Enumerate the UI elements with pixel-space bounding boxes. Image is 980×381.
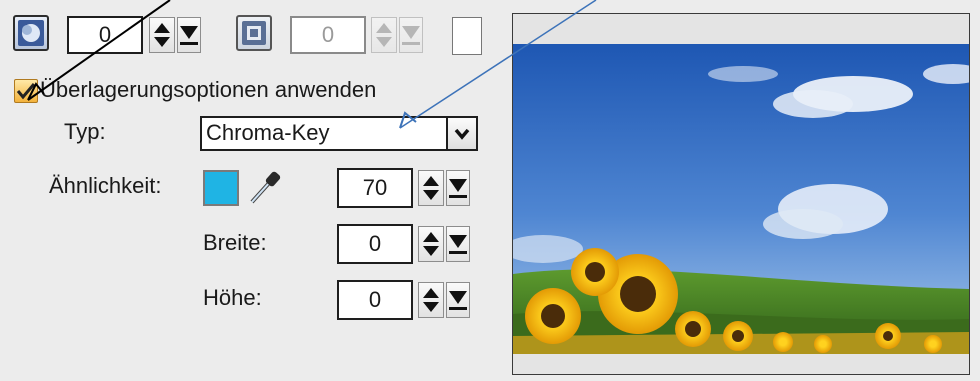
chevron-down-icon bbox=[454, 128, 470, 140]
type-label: Typ: bbox=[64, 119, 106, 144]
width-end-button[interactable] bbox=[446, 226, 470, 262]
width-value-field[interactable]: 0 bbox=[337, 224, 413, 264]
top-right-value: 0 bbox=[321, 22, 335, 47]
sunflower-field-preview-image bbox=[513, 44, 969, 354]
down-to-end-icon bbox=[449, 179, 467, 198]
overlay-icon bbox=[18, 20, 44, 46]
top-left-value-field[interactable]: 0 bbox=[67, 16, 143, 54]
height-value: 0 bbox=[368, 287, 382, 312]
up-down-arrows-icon bbox=[154, 23, 170, 47]
similarity-label: Ähnlichkeit: bbox=[49, 173, 162, 198]
down-to-end-icon bbox=[402, 26, 420, 45]
up-down-arrows-icon bbox=[423, 176, 439, 200]
up-down-arrows-icon bbox=[376, 23, 392, 47]
key-color-swatch[interactable] bbox=[203, 170, 239, 206]
up-down-arrows-icon bbox=[423, 232, 439, 256]
color-swatch-icon[interactable] bbox=[452, 17, 482, 55]
top-right-end-button[interactable] bbox=[399, 17, 423, 53]
overlay-checkbox-label[interactable]: Überlagerungsoptionen anwenden bbox=[40, 77, 376, 103]
top-left-spin-button[interactable] bbox=[149, 17, 175, 53]
type-dropdown[interactable]: Chroma-Key bbox=[200, 116, 478, 151]
frame-icon bbox=[242, 21, 266, 45]
similarity-end-button[interactable] bbox=[446, 170, 470, 206]
width-label: Breite: bbox=[203, 230, 267, 255]
similarity-value: 70 bbox=[362, 175, 388, 200]
down-to-end-icon bbox=[449, 235, 467, 254]
top-left-value: 0 bbox=[98, 22, 112, 47]
type-dropdown-button[interactable] bbox=[446, 116, 478, 151]
top-right-value-field[interactable]: 0 bbox=[290, 16, 366, 54]
down-to-end-icon bbox=[180, 26, 198, 45]
down-to-end-icon bbox=[449, 291, 467, 310]
height-value-field[interactable]: 0 bbox=[337, 280, 413, 320]
up-down-arrows-icon bbox=[423, 288, 439, 312]
eyedropper-icon[interactable] bbox=[246, 168, 282, 208]
width-value: 0 bbox=[368, 231, 382, 256]
similarity-value-field[interactable]: 70 bbox=[337, 168, 413, 208]
height-label: Höhe: bbox=[203, 285, 262, 310]
preview-panel bbox=[512, 13, 970, 375]
overlay-checkbox[interactable] bbox=[14, 79, 38, 103]
height-end-button[interactable] bbox=[446, 282, 470, 318]
width-spin-button[interactable] bbox=[418, 226, 444, 262]
top-left-end-button[interactable] bbox=[177, 17, 201, 53]
similarity-spin-button[interactable] bbox=[418, 170, 444, 206]
overlay-tool-button[interactable] bbox=[13, 15, 49, 51]
type-dropdown-value: Chroma-Key bbox=[206, 120, 330, 145]
frame-tool-button[interactable] bbox=[236, 15, 272, 51]
height-spin-button[interactable] bbox=[418, 282, 444, 318]
checkmark-icon bbox=[16, 83, 36, 100]
top-right-spin-button[interactable] bbox=[371, 17, 397, 53]
